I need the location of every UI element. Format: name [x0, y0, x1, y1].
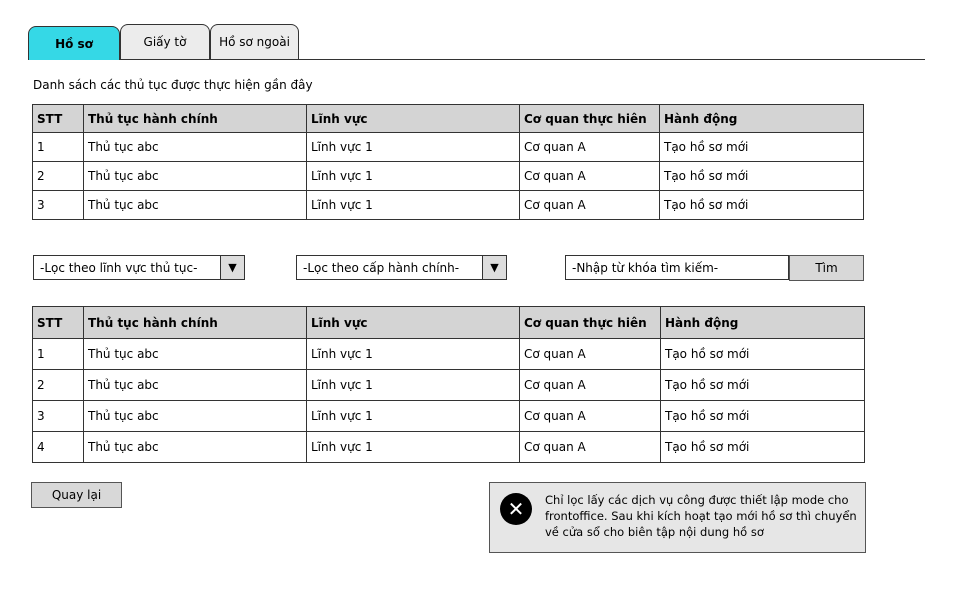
- create-record-link[interactable]: Tạo hồ sơ mới: [659, 132, 864, 162]
- cell-agency: Cơ quan A: [519, 369, 661, 401]
- column-header: Lĩnh vực: [306, 306, 520, 339]
- cell-procedure: Thủ tục abc: [83, 161, 307, 191]
- column-header: Hành động: [659, 104, 864, 133]
- create-record-link[interactable]: Tạo hồ sơ mới: [659, 190, 864, 220]
- search-input[interactable]: [565, 255, 789, 280]
- cell-index: 3: [32, 190, 84, 220]
- cell-index: 1: [32, 132, 84, 162]
- cell-index: 2: [32, 369, 84, 401]
- table-row[interactable]: 2 Thủ tục abc Lĩnh vực 1 Cơ quan A Tạo h…: [32, 161, 864, 191]
- create-record-link[interactable]: Tạo hồ sơ mới: [659, 161, 864, 191]
- cell-field: Lĩnh vực 1: [306, 338, 520, 370]
- column-header: STT: [32, 306, 84, 339]
- table-header-row: STT Thủ tục hành chính Lĩnh vực Cơ quan …: [32, 306, 865, 339]
- table-row[interactable]: 4 Thủ tục abc Lĩnh vực 1 Cơ quan A Tạo h…: [32, 431, 865, 463]
- cell-field: Lĩnh vực 1: [306, 132, 520, 162]
- cell-field: Lĩnh vực 1: [306, 161, 520, 191]
- tab-bar: Hồ sơ Giấy tờ Hồ sơ ngoài: [28, 24, 925, 60]
- cell-procedure: Thủ tục abc: [83, 190, 307, 220]
- recent-procedures-table: STT Thủ tục hành chính Lĩnh vực Cơ quan …: [32, 104, 864, 220]
- chevron-down-icon[interactable]: ▼: [482, 256, 506, 279]
- cell-agency: Cơ quan A: [519, 431, 661, 463]
- tab-ho-so-ngoai[interactable]: Hồ sơ ngoài: [210, 24, 299, 59]
- cell-field: Lĩnh vực 1: [306, 431, 520, 463]
- cell-index: 2: [32, 161, 84, 191]
- column-header: Thủ tục hành chính: [83, 306, 307, 339]
- cell-procedure: Thủ tục abc: [83, 369, 307, 401]
- cell-field: Lĩnh vực 1: [306, 400, 520, 432]
- table-row[interactable]: 1 Thủ tục abc Lĩnh vực 1 Cơ quan A Tạo h…: [32, 132, 864, 162]
- table-row[interactable]: 2 Thủ tục abc Lĩnh vực 1 Cơ quan A Tạo h…: [32, 369, 865, 401]
- tab-giay-to[interactable]: Giấy tờ: [120, 24, 210, 59]
- tab-ho-so[interactable]: Hồ sơ: [28, 26, 120, 60]
- chevron-down-icon[interactable]: ▼: [220, 256, 244, 279]
- column-header: Lĩnh vực: [306, 104, 520, 133]
- cell-agency: Cơ quan A: [519, 190, 660, 220]
- cell-procedure: Thủ tục abc: [83, 400, 307, 432]
- cell-procedure: Thủ tục abc: [83, 431, 307, 463]
- column-header: Cơ quan thực hiên: [519, 104, 660, 133]
- cell-agency: Cơ quan A: [519, 400, 661, 432]
- cell-agency: Cơ quan A: [519, 338, 661, 370]
- column-header: STT: [32, 104, 84, 133]
- cell-index: 3: [32, 400, 84, 432]
- cell-index: 1: [32, 338, 84, 370]
- create-record-link[interactable]: Tạo hồ sơ mới: [660, 369, 865, 401]
- recent-list-caption: Danh sách các thủ tục được thực hiện gần…: [33, 78, 313, 92]
- search-button[interactable]: Tìm: [789, 255, 864, 281]
- create-record-link[interactable]: Tạo hồ sơ mới: [660, 400, 865, 432]
- level-filter-select[interactable]: -Lọc theo cấp hành chính- ▼: [296, 255, 507, 280]
- table-row[interactable]: 1 Thủ tục abc Lĩnh vực 1 Cơ quan A Tạo h…: [32, 338, 865, 370]
- cell-procedure: Thủ tục abc: [83, 132, 307, 162]
- column-header: Cơ quan thực hiên: [519, 306, 661, 339]
- cell-procedure: Thủ tục abc: [83, 338, 307, 370]
- back-button[interactable]: Quay lại: [31, 482, 122, 508]
- procedures-table: STT Thủ tục hành chính Lĩnh vực Cơ quan …: [32, 306, 865, 463]
- create-record-link[interactable]: Tạo hồ sơ mới: [660, 431, 865, 463]
- field-filter-select[interactable]: -Lọc theo lĩnh vực thủ tục- ▼: [33, 255, 245, 280]
- column-header: Hành động: [660, 306, 865, 339]
- create-record-link[interactable]: Tạo hồ sơ mới: [660, 338, 865, 370]
- close-icon: ✕: [500, 493, 532, 525]
- table-row[interactable]: 3 Thủ tục abc Lĩnh vực 1 Cơ quan A Tạo h…: [32, 400, 865, 432]
- column-header: Thủ tục hành chính: [83, 104, 307, 133]
- field-filter-value: -Lọc theo lĩnh vực thủ tục-: [40, 260, 198, 275]
- info-note: ✕ Chỉ lọc lấy các dịch vụ công được thiế…: [489, 482, 866, 553]
- cell-agency: Cơ quan A: [519, 132, 660, 162]
- table-row[interactable]: 3 Thủ tục abc Lĩnh vực 1 Cơ quan A Tạo h…: [32, 190, 864, 220]
- cell-agency: Cơ quan A: [519, 161, 660, 191]
- table-header-row: STT Thủ tục hành chính Lĩnh vực Cơ quan …: [32, 104, 864, 133]
- cell-index: 4: [32, 431, 84, 463]
- cell-field: Lĩnh vực 1: [306, 369, 520, 401]
- note-text: Chỉ lọc lấy các dịch vụ công được thiết …: [545, 493, 857, 539]
- cell-field: Lĩnh vực 1: [306, 190, 520, 220]
- level-filter-value: -Lọc theo cấp hành chính-: [303, 260, 460, 275]
